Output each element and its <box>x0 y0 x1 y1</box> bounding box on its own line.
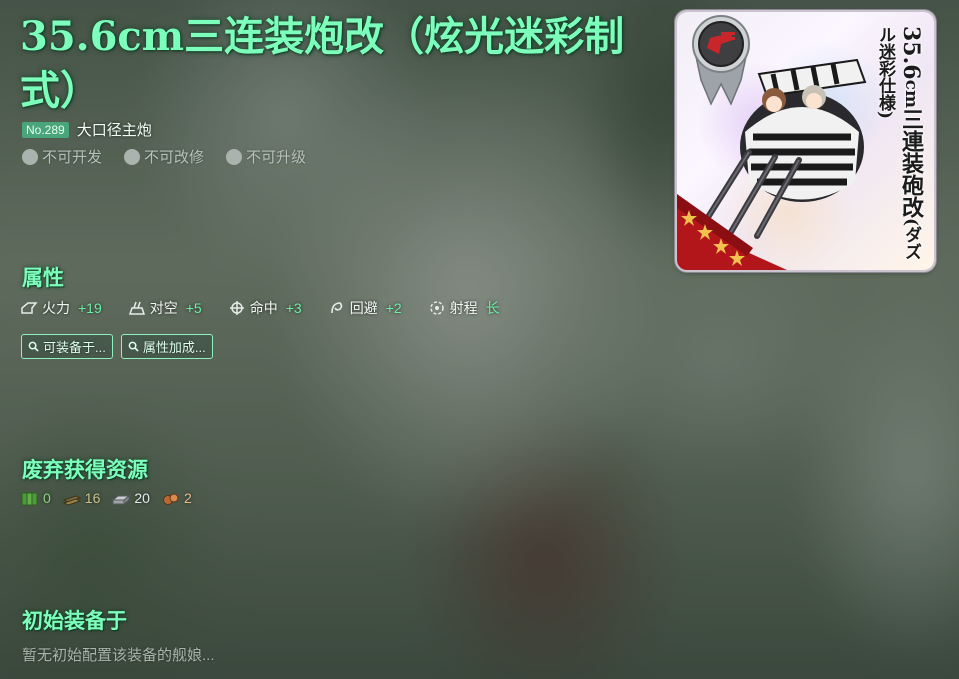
stat-anti-air: 对空 +5 <box>128 298 202 318</box>
resource-steel: 20 <box>112 490 150 506</box>
firepower-icon <box>20 299 38 317</box>
scrap-resources: 0 16 20 2 <box>21 490 192 506</box>
large-caliber-gun-icon <box>692 15 750 106</box>
disabled-dot-icon <box>22 148 38 165</box>
disabled-dot-icon <box>226 148 243 165</box>
stat-bonus-button[interactable]: 属性加成... <box>120 334 213 359</box>
range-icon <box>428 299 446 317</box>
flag-develop: 不可开发 <box>22 146 102 167</box>
stat-action-buttons: 可装备于... 属性加成... <box>21 334 213 359</box>
bauxite-icon <box>162 493 179 505</box>
scrap-section-title: 废弃获得资源 <box>22 457 148 482</box>
stat-range: 射程长 <box>428 298 500 318</box>
search-icon <box>128 341 139 352</box>
equipment-card-image: 35.6cm三連装砲改(ダズル迷彩仕様) <box>677 12 934 270</box>
stats-list: 火力 +19 对空 +5 命中 +3 回避 +2 射程长 <box>20 298 500 318</box>
flag-improve: 不可改修 <box>124 146 204 167</box>
initial-equip-section-title: 初始装备于 <box>22 608 127 633</box>
capability-flags: 不可开发 不可改修 不可升级 <box>22 146 306 167</box>
equipment-meta: No.289 大口径主炮 <box>22 119 152 140</box>
number-badge: No.289 <box>22 121 69 138</box>
anti-air-icon <box>128 299 146 317</box>
stat-accuracy: 命中 +3 <box>228 298 302 318</box>
fuel-icon <box>21 492 38 506</box>
search-icon <box>28 341 39 352</box>
ammo-icon <box>62 495 81 506</box>
resource-ammo: 16 <box>62 490 100 506</box>
card-name-vertical: 35.6cm三連装砲改(ダズル迷彩仕様) <box>875 26 924 260</box>
resource-bauxite: 2 <box>162 490 192 506</box>
equipment-title: 35.6cm三连装炮改（炫光迷彩制式） <box>20 13 625 114</box>
disabled-dot-icon <box>124 148 141 165</box>
evasion-icon <box>328 299 346 317</box>
flag-upgrade: 不可升级 <box>226 146 306 167</box>
resource-fuel: 0 <box>21 490 51 506</box>
equippable-ships-button[interactable]: 可装备于... <box>21 334 113 359</box>
stat-firepower: 火力 +19 <box>20 298 102 318</box>
initial-equip-empty-text: 暂无初始配置该装备的舰娘... <box>22 647 215 664</box>
stats-section-title: 属性 <box>22 265 64 290</box>
accuracy-icon <box>228 299 246 317</box>
equipment-detail-page: 35.6cm三连装炮改（炫光迷彩制式） No.289 大口径主炮 不可开发 不可… <box>0 0 959 679</box>
equipment-type: 大口径主炮 <box>76 122 152 139</box>
stat-evasion: 回避 +2 <box>328 298 402 318</box>
steel-icon <box>112 494 131 506</box>
